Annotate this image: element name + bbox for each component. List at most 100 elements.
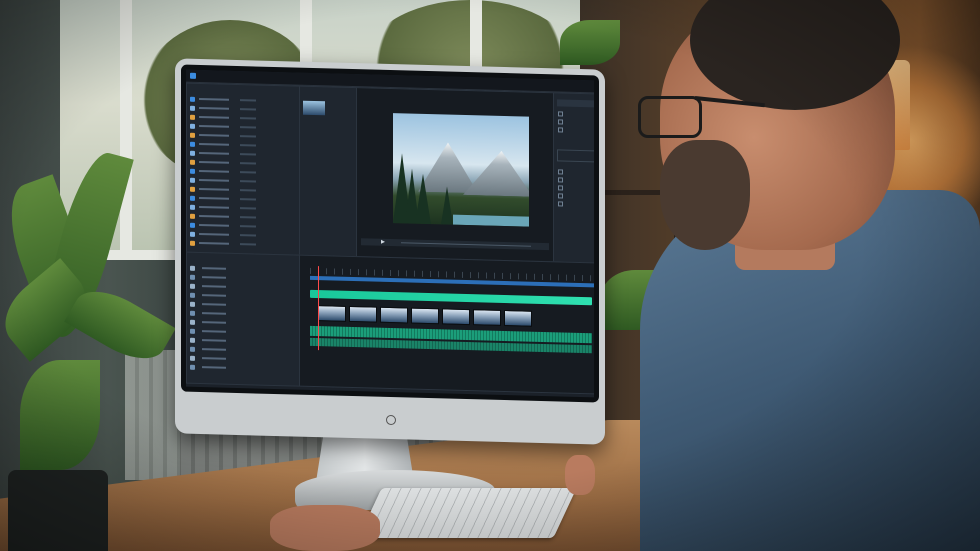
library-item[interactable] bbox=[190, 364, 296, 374]
inspector-panel bbox=[553, 92, 594, 264]
file-icon bbox=[190, 240, 195, 246]
library-item[interactable] bbox=[190, 337, 296, 347]
plant-leaf bbox=[20, 360, 100, 470]
clip-panel bbox=[299, 85, 357, 258]
video-clip-thumbnail[interactable] bbox=[318, 305, 346, 322]
window-frame bbox=[120, 0, 132, 260]
play-icon[interactable] bbox=[381, 239, 385, 244]
inspector-option[interactable] bbox=[558, 111, 594, 118]
video-clip-thumbnail[interactable] bbox=[504, 309, 532, 327]
checkbox-icon bbox=[558, 111, 563, 117]
browser-item[interactable] bbox=[190, 195, 296, 205]
file-icon bbox=[190, 213, 195, 219]
timeline-panel bbox=[299, 254, 594, 395]
checkbox-icon bbox=[558, 193, 563, 199]
playhead[interactable] bbox=[318, 266, 319, 351]
library-item[interactable] bbox=[190, 301, 296, 311]
video-clip-thumbnail[interactable] bbox=[473, 309, 501, 326]
browser-item[interactable] bbox=[190, 168, 296, 178]
file-icon bbox=[190, 168, 195, 174]
power-icon bbox=[386, 414, 396, 426]
lake bbox=[453, 214, 529, 227]
file-icon bbox=[190, 150, 195, 156]
transport-bar[interactable] bbox=[361, 238, 549, 251]
video-clip-thumbnail[interactable] bbox=[442, 308, 470, 326]
checkbox-icon bbox=[558, 119, 563, 125]
browser-item[interactable] bbox=[190, 204, 296, 214]
app-logo-icon bbox=[190, 72, 196, 79]
browser-item[interactable] bbox=[190, 213, 296, 223]
inspector-field[interactable] bbox=[557, 149, 594, 163]
inspector-option[interactable] bbox=[558, 185, 594, 192]
glasses bbox=[638, 96, 702, 138]
checkbox-icon bbox=[558, 185, 563, 191]
clip-thumbnail[interactable] bbox=[303, 100, 325, 116]
browser-item[interactable] bbox=[190, 114, 296, 124]
browser-item[interactable] bbox=[190, 222, 296, 232]
file-icon bbox=[190, 132, 195, 138]
file-icon bbox=[190, 177, 195, 183]
browser-item[interactable] bbox=[190, 240, 296, 250]
browser-item[interactable] bbox=[190, 105, 296, 115]
person-beard bbox=[660, 140, 750, 250]
library-item[interactable] bbox=[190, 283, 296, 293]
library-item[interactable] bbox=[190, 292, 296, 302]
checkbox-icon bbox=[558, 127, 563, 133]
file-icon bbox=[190, 141, 195, 147]
browser-item[interactable] bbox=[190, 150, 296, 160]
inspector-header bbox=[557, 99, 594, 108]
folder-icon bbox=[190, 301, 195, 307]
file-icon bbox=[190, 123, 195, 129]
viewer-panel bbox=[356, 87, 554, 263]
browser-item[interactable] bbox=[190, 123, 296, 133]
title-clip[interactable] bbox=[310, 289, 592, 306]
preview-image bbox=[393, 113, 529, 227]
file-icon bbox=[190, 195, 195, 201]
keyboard bbox=[358, 488, 577, 538]
file-icon bbox=[190, 186, 195, 192]
browser-item[interactable] bbox=[190, 186, 296, 196]
library-item[interactable] bbox=[190, 274, 296, 284]
browser-item[interactable] bbox=[190, 177, 296, 187]
file-icon bbox=[190, 105, 195, 111]
file-icon bbox=[190, 204, 195, 210]
library-item[interactable] bbox=[190, 310, 296, 320]
scrub-bar[interactable] bbox=[401, 242, 531, 247]
library-item[interactable] bbox=[190, 355, 296, 365]
browser-item[interactable] bbox=[190, 132, 296, 142]
folder-icon bbox=[190, 337, 195, 343]
library-item[interactable] bbox=[190, 319, 296, 329]
library-panel bbox=[186, 251, 300, 387]
library-item[interactable] bbox=[190, 346, 296, 356]
browser-item[interactable] bbox=[190, 141, 296, 151]
folder-icon bbox=[190, 346, 195, 352]
checkbox-icon bbox=[558, 201, 563, 207]
folder-icon bbox=[190, 364, 195, 370]
video-clip-thumbnail[interactable] bbox=[380, 306, 408, 324]
inspector-option[interactable] bbox=[558, 193, 594, 200]
video-clip-thumbnail[interactable] bbox=[411, 307, 439, 325]
browser-item[interactable] bbox=[190, 96, 296, 106]
video-track bbox=[310, 304, 594, 328]
hand bbox=[270, 505, 380, 551]
monitor-bezel bbox=[181, 64, 599, 403]
file-icon bbox=[190, 159, 195, 165]
file-icon bbox=[190, 114, 195, 120]
inspector-option[interactable] bbox=[558, 177, 594, 184]
library-item[interactable] bbox=[190, 265, 296, 275]
shelf-plant bbox=[560, 20, 620, 65]
browser-item[interactable] bbox=[190, 231, 296, 241]
inspector-option[interactable] bbox=[558, 201, 594, 208]
folder-icon bbox=[190, 310, 195, 316]
folder-icon bbox=[190, 328, 195, 334]
library-item[interactable] bbox=[190, 328, 296, 338]
inspector-option[interactable] bbox=[558, 119, 594, 126]
video-clip-thumbnail[interactable] bbox=[349, 305, 377, 323]
file-icon bbox=[190, 96, 195, 102]
browser-item[interactable] bbox=[190, 159, 296, 169]
hand bbox=[565, 455, 595, 495]
folder-icon bbox=[190, 292, 195, 298]
inspector-option[interactable] bbox=[558, 169, 594, 176]
plant-pot bbox=[8, 470, 108, 551]
inspector-option[interactable] bbox=[558, 127, 594, 134]
